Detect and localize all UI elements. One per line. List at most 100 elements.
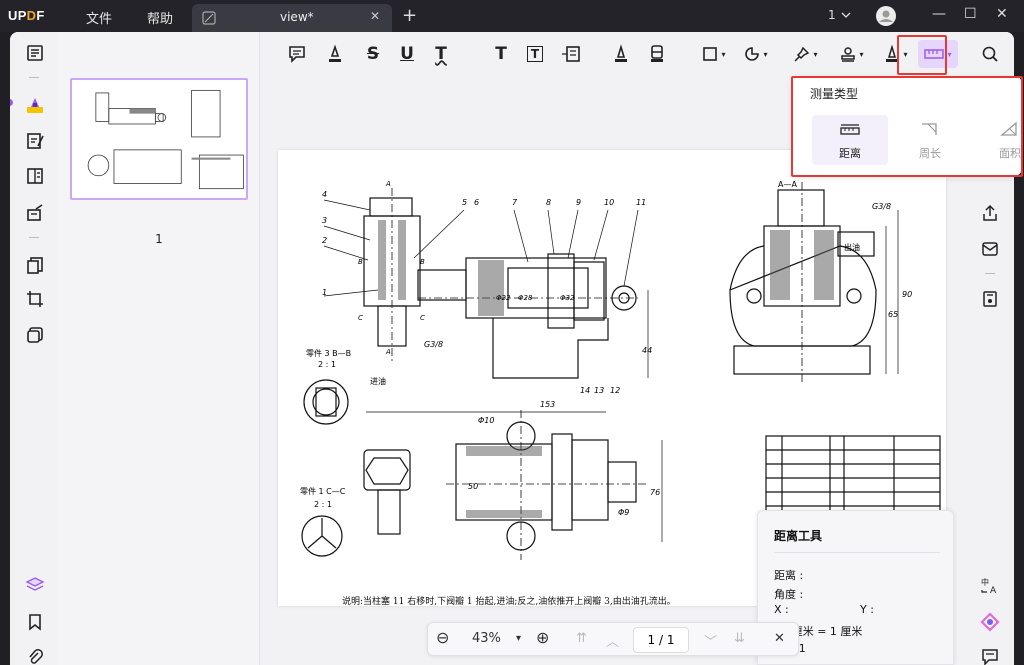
window-count[interactable]: 1 (828, 8, 836, 22)
stamp-tool[interactable]: ▾ (835, 42, 869, 66)
panel-title: 距离工具 (774, 529, 823, 543)
next-page-icon[interactable]: ﹀ (704, 631, 717, 650)
underline-tool[interactable]: U (395, 42, 419, 66)
sticker-tool[interactable]: ▾ (739, 42, 773, 66)
app-logo: UPDF (8, 8, 45, 23)
avatar[interactable] (875, 5, 897, 27)
organize-pages-icon[interactable] (24, 254, 46, 276)
thread-label: G3/8 (424, 340, 444, 349)
title-bar: UPDF 文件 帮助 view* ✕ + 1 — ☐ ✕ (0, 0, 1024, 32)
comment-mode-icon[interactable] (24, 94, 46, 116)
fill-sign-icon[interactable] (24, 202, 46, 224)
section-a-label: A—A (778, 180, 797, 189)
save-icon[interactable] (979, 288, 1001, 310)
section-b-label: 零件 3 B—B (306, 349, 352, 358)
tools-icon[interactable] (24, 324, 46, 346)
comments-list-icon[interactable] (979, 646, 1001, 665)
shape-tool[interactable]: ▾ (697, 42, 731, 66)
menu-help[interactable]: 帮助 (147, 8, 173, 27)
dimension-label: 153 (540, 400, 556, 409)
ai-assistant-icon[interactable] (979, 611, 1001, 633)
share-icon[interactable] (979, 202, 1001, 224)
page-thumbnail[interactable] (70, 78, 248, 200)
mail-icon[interactable] (979, 238, 1001, 260)
section-b-scale: 2 : 1 (318, 360, 336, 369)
shape-icon (703, 47, 718, 61)
callout-label: 7 (512, 198, 518, 207)
document-tab-icon (202, 11, 216, 25)
section-mark: C (358, 314, 363, 322)
pin-tool[interactable]: ▾ (789, 42, 823, 66)
zoom-level[interactable]: 43% (472, 631, 501, 646)
last-page-icon[interactable]: ⇊ (734, 631, 745, 646)
callout-icon (562, 46, 580, 62)
divider (985, 273, 995, 274)
reader-mode-icon[interactable] (24, 42, 46, 64)
pin-icon (794, 46, 810, 62)
callout-label: 3 (322, 216, 328, 225)
window-count-chevron-icon[interactable] (841, 11, 851, 19)
textbox-icon: T (526, 46, 544, 62)
search-tool[interactable] (979, 43, 1001, 65)
form-icon[interactable] (24, 165, 46, 187)
svg-text:A: A (990, 586, 997, 594)
outlet-label: 出油 (844, 243, 860, 252)
thread-label: G3/8 (872, 202, 892, 211)
dimension-label: 76 (650, 488, 661, 497)
callout-label: 14 (580, 386, 591, 395)
zoom-out-icon[interactable]: ⊖ (436, 628, 449, 647)
annotation-toolbar: S U T T T ▾ ▾ ▾ ▾ ▾ ▾ (261, 32, 965, 76)
callout-label: 12 (610, 386, 621, 395)
dimension-label: Φ9 (618, 508, 630, 517)
minimize-button[interactable]: — (932, 6, 946, 22)
section-c-scale: 2 : 1 (314, 500, 332, 509)
measure-tool-highlight (897, 35, 947, 75)
menu-file[interactable]: 文件 (86, 8, 112, 27)
layers-icon[interactable] (24, 574, 46, 596)
section-mark: B (358, 258, 363, 266)
prev-page-icon[interactable]: ︿ (606, 631, 619, 650)
tab-title: view* (280, 10, 314, 24)
squiggly-tool[interactable]: T (429, 42, 453, 66)
tab-close-icon[interactable]: ✕ (370, 9, 380, 23)
zoom-dropdown-icon[interactable]: ▾ (516, 633, 521, 644)
dimension-label: Φ10 (478, 416, 495, 425)
zoom-in-icon[interactable]: ⊕ (536, 628, 549, 647)
text-icon: T (495, 44, 507, 64)
pencil-tool[interactable] (609, 42, 633, 66)
new-tab-button[interactable]: + (402, 5, 417, 26)
callout-label: 11 (636, 198, 647, 207)
textbox-tool[interactable]: T (523, 42, 547, 66)
eraser-tool[interactable] (645, 42, 669, 66)
callout-tool[interactable] (559, 42, 583, 66)
dimension-label: Φ32 (560, 294, 575, 302)
divider (774, 552, 940, 553)
page-number-input[interactable]: 1 / 1 (633, 627, 689, 653)
divider (29, 237, 39, 238)
first-page-icon[interactable]: ⇈ (576, 631, 587, 646)
pencil-icon (615, 44, 627, 62)
sticker-icon (745, 47, 760, 61)
comment-tool[interactable] (285, 42, 309, 66)
maximize-button[interactable]: ☐ (964, 6, 977, 22)
crop-icon[interactable] (24, 288, 46, 310)
close-window-button[interactable]: ✕ (996, 6, 1008, 22)
callout-label: 6 (474, 198, 480, 207)
highlight-tool[interactable] (323, 42, 347, 66)
measure-popup-highlight (791, 76, 1023, 177)
bookmark-icon[interactable] (24, 611, 46, 633)
strikethrough-tool[interactable]: S (361, 42, 385, 66)
text-tool[interactable]: T (489, 42, 513, 66)
document-tab[interactable]: view* ✕ (192, 4, 392, 32)
attachment-icon[interactable] (24, 646, 46, 665)
close-zoom-bar-icon[interactable]: ✕ (774, 631, 785, 646)
ocr-icon[interactable]: 中A (979, 574, 1001, 596)
x-label: X : (774, 603, 789, 616)
section-mark: B (420, 258, 425, 266)
dimension-label: 44 (642, 346, 653, 355)
callout-label: 10 (604, 198, 615, 207)
y-label: Y : (860, 603, 874, 616)
section-c-label: 零件 1 C—C (300, 487, 346, 496)
thumbnail-page-number: 1 (155, 232, 163, 246)
edit-pdf-icon[interactable] (24, 130, 46, 152)
